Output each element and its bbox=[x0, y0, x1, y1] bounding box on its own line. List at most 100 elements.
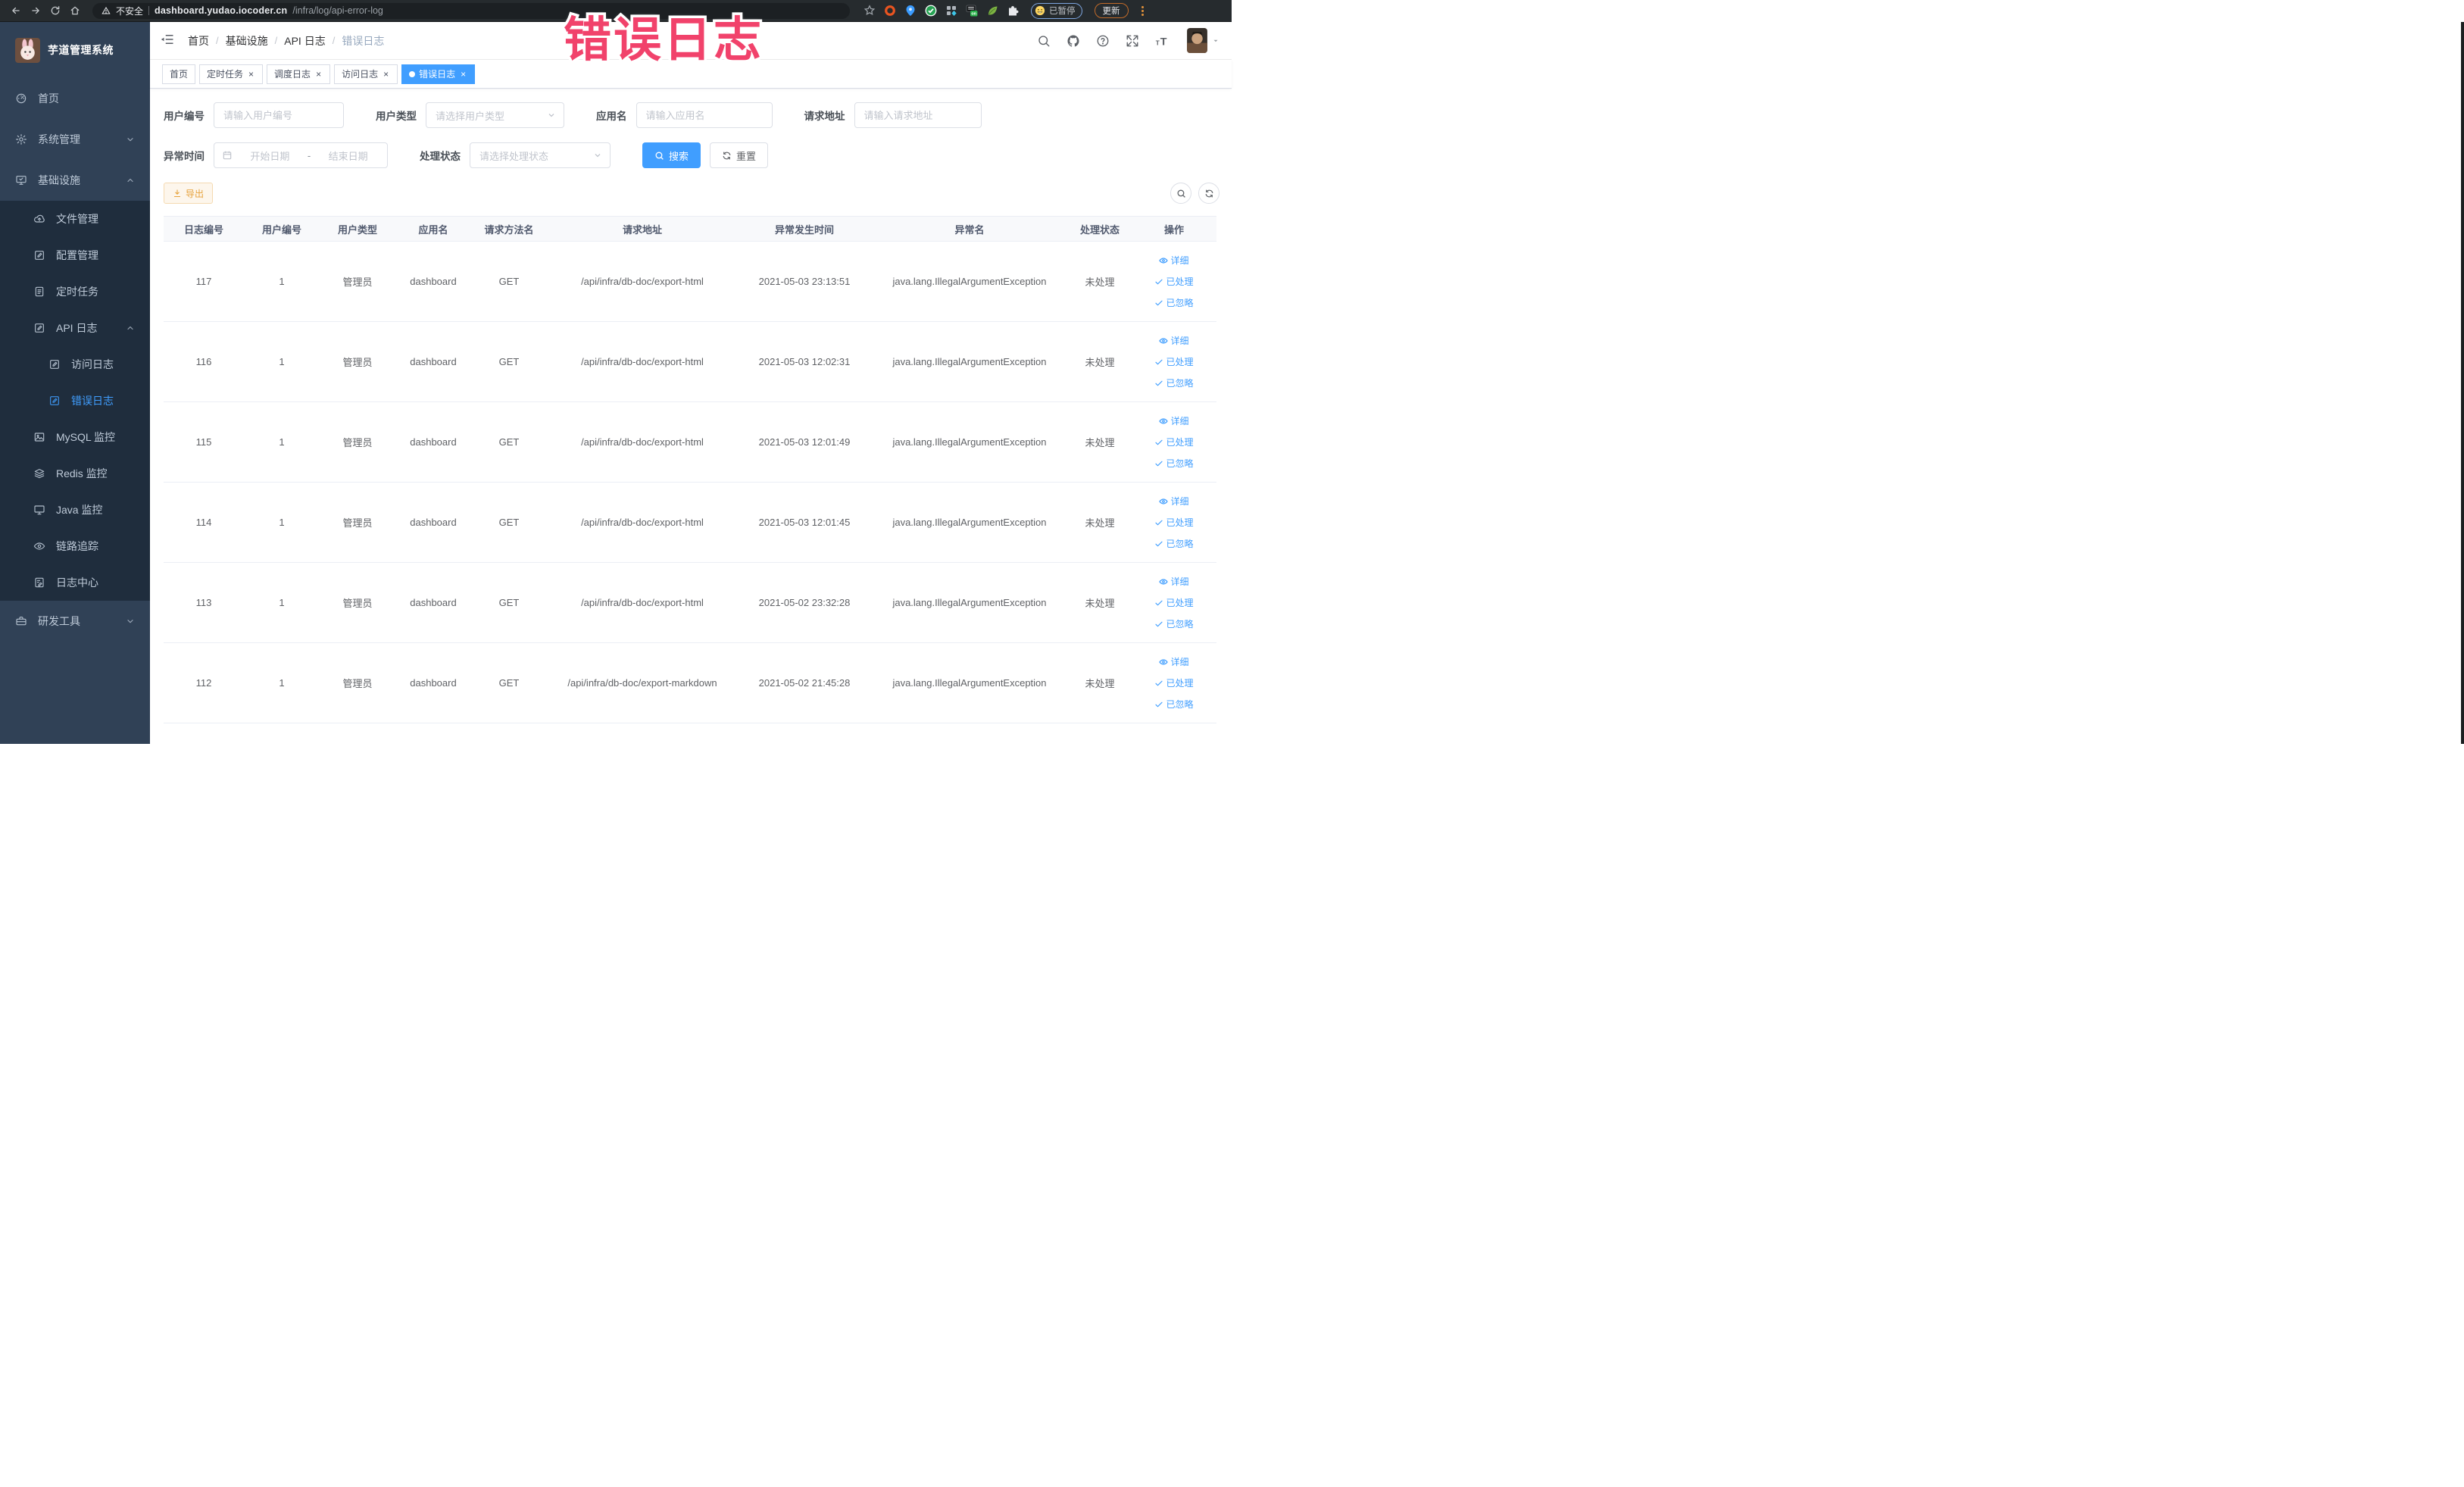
sidebar-item-13[interactable]: 日志中心 bbox=[0, 564, 150, 601]
tab-错误日志[interactable]: 错误日志 bbox=[401, 64, 476, 84]
extension-grid[interactable] bbox=[945, 5, 957, 17]
column-header-0: 日志编号 bbox=[183, 223, 223, 236]
tab-访问日志[interactable]: 访问日志 bbox=[334, 64, 398, 84]
sidebar-item-9[interactable]: MySQL 监控 bbox=[0, 419, 150, 455]
process-status-select[interactable]: 请选择处理状态 bbox=[470, 142, 611, 168]
eye-icon bbox=[1159, 337, 1169, 344]
action-已处理[interactable]: 已处理 bbox=[1154, 275, 1194, 288]
action-已处理[interactable]: 已处理 bbox=[1154, 355, 1194, 368]
cell-url: /api/infra/db-doc/export-html bbox=[581, 517, 704, 528]
request-url-input[interactable] bbox=[854, 102, 982, 128]
browser-update-button[interactable]: 更新 bbox=[1094, 3, 1129, 18]
sidebar-item-4[interactable]: 配置管理 bbox=[0, 237, 150, 273]
user-menu[interactable] bbox=[1187, 28, 1220, 53]
sidebar-item-2[interactable]: 基础设施 bbox=[0, 160, 150, 201]
search-button[interactable]: 搜索 bbox=[642, 142, 701, 168]
breadcrumb-item[interactable]: API 日志 bbox=[284, 33, 325, 48]
action-详细[interactable]: 详细 bbox=[1159, 334, 1189, 347]
date-separator: - bbox=[307, 149, 311, 161]
header-search-button[interactable] bbox=[1036, 33, 1051, 48]
user-id-input[interactable] bbox=[214, 102, 344, 128]
app-name-input[interactable] bbox=[636, 102, 773, 128]
eye-icon bbox=[1159, 257, 1169, 264]
action-已忽略[interactable]: 已忽略 bbox=[1154, 296, 1194, 309]
action-已处理[interactable]: 已处理 bbox=[1154, 676, 1194, 689]
extension-star[interactable] bbox=[863, 5, 876, 17]
extension-puzzle[interactable] bbox=[1007, 5, 1019, 17]
close-icon[interactable] bbox=[382, 69, 390, 80]
sidebar-item-12[interactable]: 链路追踪 bbox=[0, 528, 150, 564]
end-date-placeholder: 结束日期 bbox=[328, 150, 368, 162]
tab-调度日志[interactable]: 调度日志 bbox=[267, 64, 331, 84]
sidebar-item-5[interactable]: 定时任务 bbox=[0, 273, 150, 310]
sidebar-item-8[interactable]: 错误日志 bbox=[0, 383, 150, 419]
cell-url: /api/infra/db-doc/export-html bbox=[581, 597, 704, 608]
browser-arrow-left-button[interactable] bbox=[8, 2, 24, 19]
cell-method: GET bbox=[498, 677, 520, 689]
extension-orange-ring[interactable] bbox=[884, 5, 896, 17]
browser-arrow-right-button[interactable] bbox=[27, 2, 44, 19]
header-font-size-button[interactable]: TT bbox=[1154, 33, 1170, 48]
action-详细[interactable]: 详细 bbox=[1159, 655, 1189, 668]
header-help-button[interactable] bbox=[1095, 33, 1110, 48]
refresh-table-button[interactable] bbox=[1198, 183, 1220, 204]
filter-label-request-url: 请求地址 bbox=[804, 111, 845, 122]
cell-time: 2021-05-02 21:45:28 bbox=[758, 677, 851, 689]
action-已处理[interactable]: 已处理 bbox=[1154, 516, 1194, 529]
toggle-search-button[interactable] bbox=[1170, 183, 1191, 204]
column-header-3: 应用名 bbox=[418, 223, 448, 236]
action-已处理[interactable]: 已处理 bbox=[1154, 436, 1194, 448]
action-详细[interactable]: 详细 bbox=[1159, 254, 1189, 267]
reset-button[interactable]: 重置 bbox=[710, 142, 769, 168]
sidebar-item-10[interactable]: Redis 监控 bbox=[0, 455, 150, 492]
breadcrumb-item[interactable]: 基础设施 bbox=[226, 33, 268, 48]
breadcrumb-item[interactable]: 首页 bbox=[188, 33, 209, 48]
cell-time: 2021-05-03 12:01:49 bbox=[758, 436, 851, 448]
update-label: 更新 bbox=[1102, 7, 1120, 16]
action-详细[interactable]: 详细 bbox=[1159, 495, 1189, 508]
sidebar-item-0[interactable]: 首页 bbox=[0, 78, 150, 119]
extension-on-switch[interactable]: on bbox=[966, 5, 978, 17]
action-已处理[interactable]: 已处理 bbox=[1154, 596, 1194, 609]
sidebar-item-14[interactable]: 研发工具 bbox=[0, 601, 150, 642]
profile-paused-pill[interactable]: 已暂停 bbox=[1031, 2, 1082, 19]
sidebar-item-label: 链路追踪 bbox=[56, 540, 98, 552]
close-icon[interactable] bbox=[247, 69, 255, 80]
page-scrollbar[interactable] bbox=[2461, 22, 2464, 744]
extension-green-check[interactable] bbox=[925, 5, 937, 17]
tab-首页[interactable]: 首页 bbox=[162, 64, 196, 84]
sidebar-logo[interactable]: 芋道管理系统 bbox=[0, 22, 150, 78]
close-icon[interactable] bbox=[459, 69, 467, 80]
column-header-5: 请求地址 bbox=[622, 223, 662, 236]
action-详细[interactable]: 详细 bbox=[1159, 575, 1189, 588]
address-bar[interactable]: 不安全 dashboard.yudao.iocoder.cn/infra/log… bbox=[92, 2, 850, 19]
sidebar-collapse-icon[interactable] bbox=[159, 33, 176, 49]
extension-leaf[interactable] bbox=[986, 5, 998, 17]
cell-user_type: 管理员 bbox=[342, 678, 373, 689]
cell-user_id: 1 bbox=[279, 517, 285, 528]
action-已忽略[interactable]: 已忽略 bbox=[1154, 617, 1194, 630]
sidebar-item-3[interactable]: 文件管理 bbox=[0, 201, 150, 237]
header-github-button[interactable] bbox=[1066, 33, 1081, 48]
browser-reload-button[interactable] bbox=[47, 2, 64, 19]
action-已忽略[interactable]: 已忽略 bbox=[1154, 457, 1194, 470]
close-icon[interactable] bbox=[314, 69, 323, 80]
action-详细[interactable]: 详细 bbox=[1159, 414, 1189, 427]
export-button[interactable]: 导出 bbox=[164, 183, 214, 204]
action-label: 已忽略 bbox=[1166, 619, 1194, 629]
action-已忽略[interactable]: 已忽略 bbox=[1154, 537, 1194, 550]
exception-time-range-picker[interactable]: 开始日期 - 结束日期 bbox=[214, 142, 388, 168]
action-已忽略[interactable]: 已忽略 bbox=[1154, 376, 1194, 389]
user-type-select[interactable]: 请选择用户类型 bbox=[426, 102, 564, 128]
header-fullscreen-button[interactable] bbox=[1125, 33, 1140, 48]
browser-menu-icon[interactable] bbox=[1138, 4, 1148, 17]
sidebar-item-7[interactable]: 访问日志 bbox=[0, 346, 150, 383]
action-已忽略[interactable]: 已忽略 bbox=[1154, 698, 1194, 711]
sidebar-item-1[interactable]: 系统管理 bbox=[0, 119, 150, 160]
sidebar-item-11[interactable]: Java 监控 bbox=[0, 492, 150, 528]
browser-home-button[interactable] bbox=[67, 2, 83, 19]
extension-blue-pin[interactable] bbox=[904, 5, 917, 17]
tab-定时任务[interactable]: 定时任务 bbox=[199, 64, 264, 84]
tab-label: 首页 bbox=[170, 69, 189, 80]
sidebar-item-6[interactable]: API 日志 bbox=[0, 310, 150, 346]
